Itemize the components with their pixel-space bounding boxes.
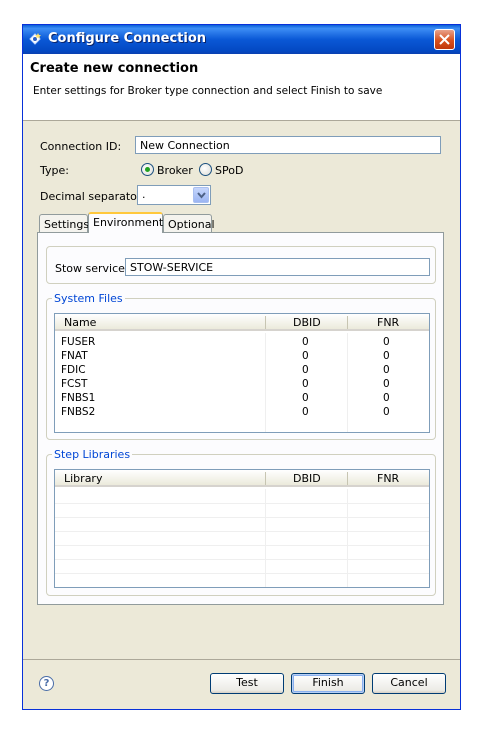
- help-icon[interactable]: ?: [39, 676, 54, 691]
- dropdown-button[interactable]: [193, 187, 209, 203]
- grid-line: [55, 559, 429, 560]
- step-libraries-table[interactable]: Library DBID FNR: [54, 469, 430, 588]
- title-bar[interactable]: Configure Connection: [23, 25, 460, 54]
- cell-name: FNBS2: [61, 406, 96, 418]
- close-icon: [439, 34, 450, 45]
- stow-service-field[interactable]: STOW-SERVICE: [125, 258, 430, 276]
- table-header: Library DBID FNR: [55, 470, 429, 487]
- system-files-legend: System Files: [52, 292, 125, 305]
- column-header-dbid[interactable]: DBID: [293, 472, 321, 485]
- app-icon: [29, 33, 41, 45]
- type-label: Type:: [40, 164, 69, 177]
- finish-button[interactable]: Finish: [291, 673, 365, 694]
- cell-dbid: 0: [302, 392, 309, 404]
- decimal-separator-value: .: [142, 188, 146, 201]
- cancel-button[interactable]: Cancel: [372, 673, 446, 694]
- window-title: Configure Connection: [48, 31, 207, 46]
- cell-name: FNAT: [61, 350, 88, 362]
- column-header-name[interactable]: Name: [64, 316, 96, 329]
- cell-fnr: 0: [383, 336, 390, 348]
- tab-environment[interactable]: Environment: [88, 212, 163, 233]
- cell-fnr: 0: [383, 406, 390, 418]
- column-separator[interactable]: [265, 316, 266, 329]
- radio-selected-dot: [145, 167, 150, 172]
- step-libraries-legend: Step Libraries: [52, 448, 133, 461]
- grid-line: [55, 517, 429, 518]
- grid-line: [347, 333, 348, 432]
- cell-dbid: 0: [302, 378, 309, 390]
- grid-line: [55, 531, 429, 532]
- decimal-separator-label: Decimal separator:: [40, 190, 145, 203]
- radio-spod[interactable]: [199, 163, 212, 176]
- column-separator[interactable]: [347, 472, 348, 485]
- column-separator[interactable]: [265, 472, 266, 485]
- system-files-group: System Files Name DBID FNR FUSER 0 0 FNA…: [46, 292, 436, 440]
- column-header-fnr[interactable]: FNR: [377, 316, 399, 329]
- column-separator[interactable]: [347, 316, 348, 329]
- step-libraries-group: Step Libraries Library DBID FNR: [46, 448, 436, 596]
- dialog-header: Create new connection Enter settings for…: [23, 54, 460, 121]
- cell-dbid: 0: [302, 406, 309, 418]
- cell-dbid: 0: [302, 364, 309, 376]
- environment-tab-panel: Stow service: STOW-SERVICE System Files …: [37, 232, 444, 605]
- tab-optional[interactable]: Optional: [163, 214, 215, 233]
- cell-dbid: 0: [302, 336, 309, 348]
- connection-id-field[interactable]: New Connection: [135, 136, 441, 154]
- cell-dbid: 0: [302, 350, 309, 362]
- grid-line: [55, 573, 429, 574]
- column-header-fnr[interactable]: FNR: [377, 472, 399, 485]
- cell-fnr: 0: [383, 364, 390, 376]
- cell-name: FNBS1: [61, 392, 96, 404]
- column-header-dbid[interactable]: DBID: [293, 316, 321, 329]
- table-header: Name DBID FNR: [55, 314, 429, 331]
- configure-connection-dialog: Configure Connection Create new connecti…: [22, 24, 461, 710]
- radio-spod-label[interactable]: SPoD: [215, 164, 243, 177]
- decimal-separator-select[interactable]: .: [137, 185, 211, 205]
- tab-settings[interactable]: Settings: [39, 214, 89, 233]
- radio-broker[interactable]: [141, 163, 154, 176]
- radio-broker-label[interactable]: Broker: [157, 164, 193, 177]
- cell-name: FUSER: [61, 336, 96, 348]
- column-header-library[interactable]: Library: [64, 472, 102, 485]
- system-files-table[interactable]: Name DBID FNR FUSER 0 0 FNAT 0 0 FDIC 0 …: [54, 313, 430, 433]
- stow-service-group: Stow service: STOW-SERVICE: [46, 246, 436, 284]
- header-title: Create new connection: [30, 61, 199, 76]
- cell-name: FCST: [61, 378, 88, 390]
- close-button[interactable]: [434, 29, 455, 50]
- grid-line: [55, 503, 429, 504]
- stow-service-label: Stow service:: [55, 262, 129, 275]
- cell-name: FDIC: [61, 364, 86, 376]
- cell-fnr: 0: [383, 392, 390, 404]
- button-bar-separator: [23, 659, 460, 660]
- cell-fnr: 0: [383, 350, 390, 362]
- cell-fnr: 0: [383, 378, 390, 390]
- header-message: Enter settings for Broker type connectio…: [33, 85, 383, 97]
- test-button[interactable]: Test: [210, 673, 284, 694]
- chevron-down-icon: [197, 192, 206, 199]
- grid-line: [55, 545, 429, 546]
- connection-id-label: Connection ID:: [40, 140, 122, 153]
- grid-line: [265, 333, 266, 432]
